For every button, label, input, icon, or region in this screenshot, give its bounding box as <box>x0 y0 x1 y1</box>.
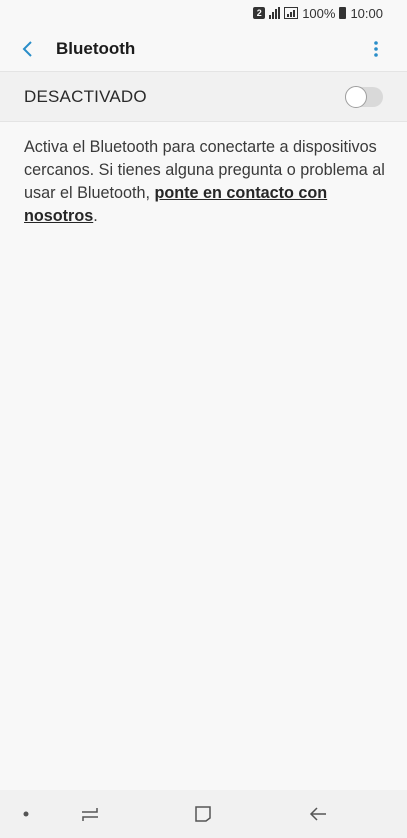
divider <box>0 121 407 122</box>
nav-dot-button[interactable] <box>10 790 42 838</box>
back-arrow-icon <box>309 807 326 821</box>
signal-box-icon <box>284 7 299 19</box>
recents-button[interactable] <box>72 790 108 838</box>
sim-badge: 2 <box>253 7 266 19</box>
switch-knob <box>345 85 367 108</box>
back-nav-button[interactable] <box>300 790 336 838</box>
bluetooth-state-label: DESACTIVADO <box>24 86 147 106</box>
bluetooth-switch[interactable] <box>345 85 383 108</box>
battery-icon <box>339 7 347 19</box>
more-options-button[interactable] <box>354 27 398 71</box>
recents-icon <box>82 808 98 821</box>
signal-icon <box>269 7 281 19</box>
home-button[interactable] <box>185 790 221 838</box>
dot-icon <box>23 811 29 817</box>
description-end: . <box>93 207 98 225</box>
more-vertical-icon <box>374 40 378 57</box>
page-title: Bluetooth <box>56 38 136 58</box>
battery-percent: 100% <box>302 5 336 21</box>
back-button[interactable] <box>5 27 49 71</box>
home-icon <box>195 806 211 822</box>
clock: 10:00 <box>350 5 383 21</box>
bluetooth-description: Activa el Bluetooth para conectarte a di… <box>24 136 390 228</box>
status-bar: 2 100% 10:00 <box>0 0 407 26</box>
app-bar: Bluetooth <box>0 26 407 71</box>
bluetooth-toggle-row[interactable]: DESACTIVADO <box>0 72 407 121</box>
navigation-bar <box>0 790 407 838</box>
chevron-left-icon <box>22 40 32 57</box>
